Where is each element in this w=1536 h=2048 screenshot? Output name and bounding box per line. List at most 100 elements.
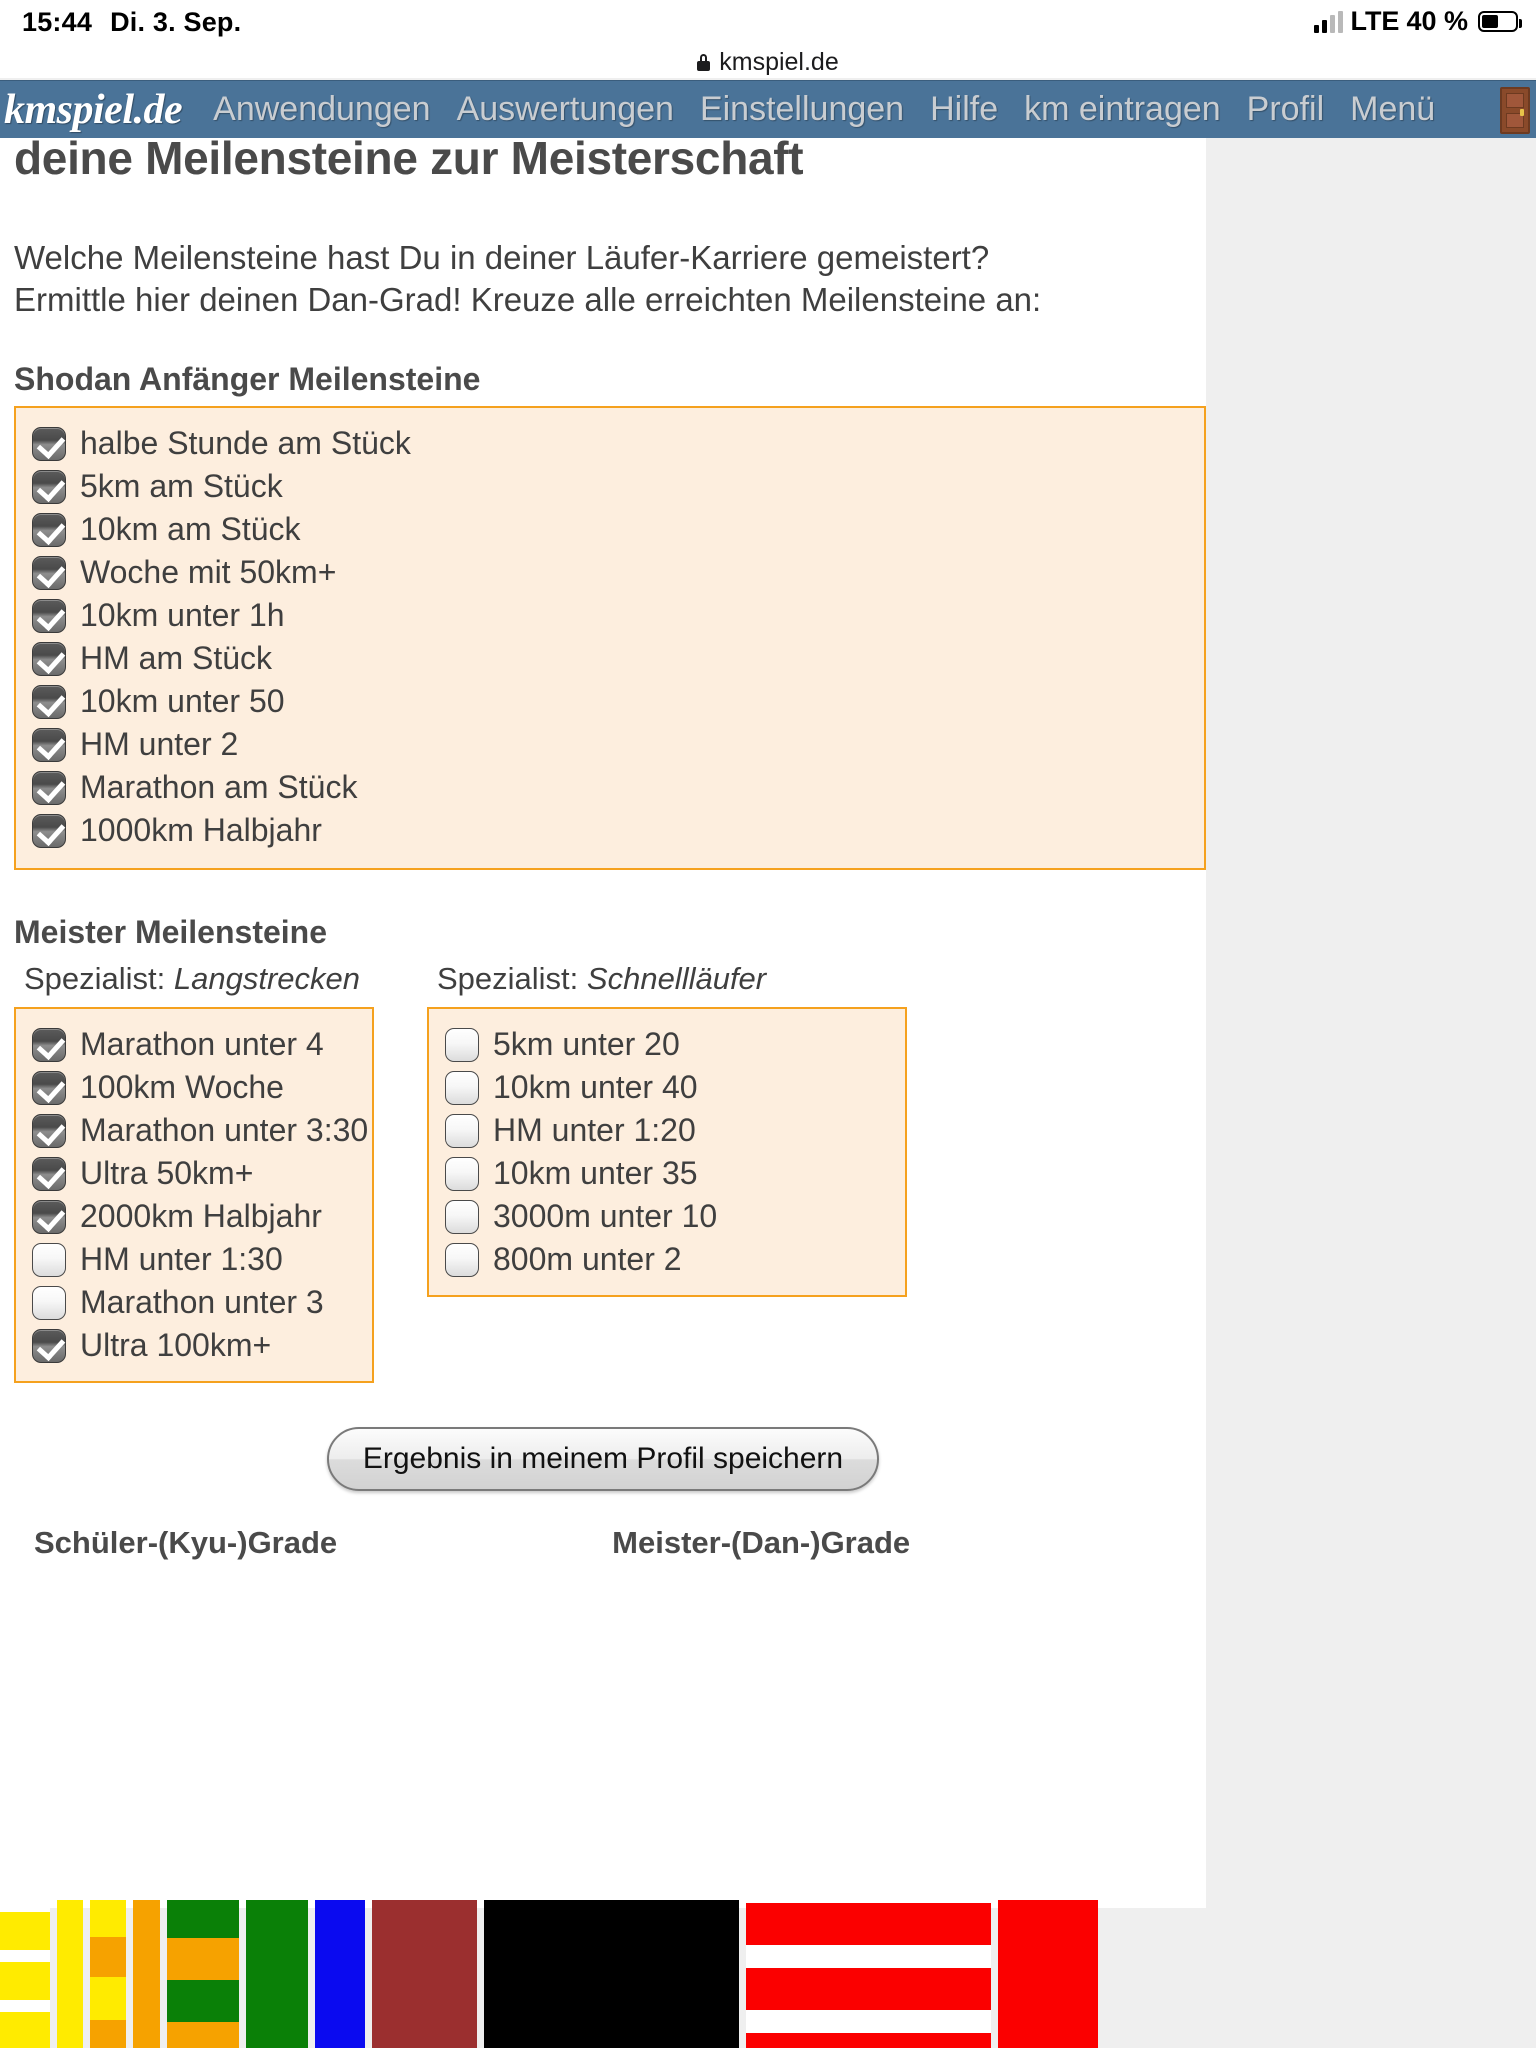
checkbox-checked-icon[interactable] — [32, 469, 66, 504]
shodan-item-row[interactable]: 10km unter 1h — [32, 594, 1188, 637]
schnelllaeufer-milestone-panel: 5km unter 20 10km unter 40 HM unter 1:20 10… — [427, 1007, 907, 1298]
nav-link-anwendungen[interactable]: Anwendungen — [200, 90, 443, 129]
langstrecken-item-row[interactable]: Marathon unter 3:30 — [32, 1109, 368, 1152]
langstrecken-item-label: Marathon unter 3:30 — [80, 1112, 369, 1149]
page-title: deine Meilensteine zur Meisterschaft — [14, 132, 804, 184]
shodan-item-row[interactable]: Marathon am Stück — [32, 766, 1188, 809]
schnelllaeufer-item-row[interactable]: 10km unter 35 — [445, 1152, 889, 1195]
signal-bars-icon — [1314, 10, 1344, 33]
checkbox-checked-icon[interactable] — [32, 684, 66, 719]
langstrecken-item-label: 2000km Halbjahr — [80, 1198, 322, 1235]
schnelllaeufer-item-label: HM unter 1:20 — [493, 1112, 696, 1149]
checkbox-unchecked-icon[interactable] — [445, 1070, 479, 1105]
nav-link-auswertungen[interactable]: Auswertungen — [444, 90, 687, 129]
shodan-heading: Shodan Anfänger Meilensteine — [14, 361, 481, 398]
nav-link-km-eintragen[interactable]: km eintragen — [1011, 90, 1234, 129]
spec-prefix-langstrecken: Spezialist: — [24, 961, 174, 997]
checkbox-unchecked-icon[interactable] — [445, 1199, 479, 1234]
belt-blue — [315, 1900, 365, 2048]
checkbox-checked-icon[interactable] — [32, 813, 66, 848]
shodan-item-label: HM unter 2 — [80, 726, 239, 763]
langstrecken-item-row[interactable]: Ultra 100km+ — [32, 1324, 356, 1367]
schnelllaeufer-item-label: 5km unter 20 — [493, 1026, 680, 1063]
checkbox-checked-icon[interactable] — [32, 1328, 66, 1363]
langstrecken-item-row[interactable]: Marathon unter 3 — [32, 1281, 356, 1324]
site-logo[interactable]: kmspiel.de — [4, 86, 183, 134]
checkbox-checked-icon[interactable] — [32, 426, 66, 461]
belt-white-red-stripes-stripe — [746, 1968, 991, 2010]
shodan-item-row[interactable]: HM am Stück — [32, 637, 1188, 680]
checkbox-checked-icon[interactable] — [32, 1156, 66, 1191]
spec-prefix-schnelllaeufer: Spezialist: — [437, 961, 587, 997]
langstrecken-item-label: Ultra 50km+ — [80, 1155, 254, 1192]
lock-icon — [697, 53, 711, 71]
shodan-item-row[interactable]: Woche mit 50km+ — [32, 551, 1188, 594]
save-button-wrap: Ergebnis in meinem Profil speichern — [14, 1427, 1192, 1492]
checkbox-unchecked-icon[interactable] — [445, 1027, 479, 1062]
checkbox-checked-icon[interactable] — [32, 1199, 66, 1234]
shodan-item-label: halbe Stunde am Stück — [80, 425, 411, 462]
intro-text: Welche Meilensteine hast Du in deiner Lä… — [14, 237, 1192, 321]
spec-name-schnelllaeufer: Schnellläufer — [586, 961, 767, 997]
langstrecken-item-row[interactable]: Marathon unter 4 — [32, 1023, 356, 1066]
schnelllaeufer-item-row[interactable]: HM unter 1:20 — [445, 1109, 889, 1152]
shodan-item-row[interactable]: 5km am Stück — [32, 465, 1188, 508]
spec-label-schnelllaeufer: Spezialist: Schnellläufer — [427, 961, 947, 997]
site-navbar: kmspiel.de Anwendungen Auswertungen Eins… — [0, 80, 1536, 138]
belt-black — [484, 1900, 739, 2048]
checkbox-unchecked-icon[interactable] — [445, 1156, 479, 1191]
checkbox-unchecked-icon[interactable] — [445, 1113, 479, 1148]
langstrecken-item-row[interactable]: HM unter 1:30 — [32, 1238, 356, 1281]
shodan-item-row[interactable]: 1000km Halbjahr — [32, 809, 1188, 852]
checkbox-unchecked-icon[interactable] — [32, 1285, 66, 1320]
checkbox-checked-icon[interactable] — [32, 1113, 66, 1148]
shodan-item-row[interactable]: HM unter 2 — [32, 723, 1188, 766]
belt-green-orange — [167, 1900, 239, 2048]
nav-link-menu[interactable]: Menü — [1337, 90, 1448, 129]
intro-line-2: Ermittle hier deinen Dan-Grad! Kreuze al… — [14, 281, 1042, 319]
checkbox-checked-icon[interactable] — [32, 1027, 66, 1062]
belt-red — [998, 1900, 1098, 2048]
langstrecken-item-label: 100km Woche — [80, 1069, 284, 1106]
checkbox-checked-icon[interactable] — [32, 555, 66, 590]
schnelllaeufer-item-row[interactable]: 10km unter 40 — [445, 1066, 889, 1109]
checkbox-unchecked-icon[interactable] — [32, 1242, 66, 1277]
spec-name-langstrecken: Langstrecken — [173, 961, 361, 997]
checkbox-checked-icon[interactable] — [32, 598, 66, 633]
checkbox-checked-icon[interactable] — [32, 512, 66, 547]
nav-link-hilfe[interactable]: Hilfe — [917, 90, 1011, 129]
nav-link-einstellungen[interactable]: Einstellungen — [687, 90, 917, 129]
langstrecken-item-row[interactable]: 2000km Halbjahr — [32, 1195, 356, 1238]
checkbox-checked-icon[interactable] — [32, 641, 66, 676]
belt-brown — [372, 1900, 477, 2048]
save-result-button[interactable]: Ergebnis in meinem Profil speichern — [326, 1427, 880, 1492]
schnelllaeufer-item-row[interactable]: 3000m unter 10 — [445, 1195, 889, 1238]
shodan-item-row[interactable]: 10km unter 50 — [32, 680, 1188, 723]
browser-url-bar[interactable]: kmspiel.de — [0, 46, 1536, 78]
belt-yellow-orange-stripe — [90, 2020, 126, 2048]
checkbox-checked-icon[interactable] — [32, 770, 66, 805]
schnelllaeufer-item-label: 800m unter 2 — [493, 1241, 682, 1278]
langstrecken-item-row[interactable]: 100km Woche — [32, 1066, 356, 1109]
status-left: 15:44 Di. 3. Sep. — [22, 7, 241, 38]
langstrecken-item-row[interactable]: Ultra 50km+ — [32, 1152, 356, 1195]
shodan-item-row[interactable]: 10km am Stück — [32, 508, 1188, 551]
schnelllaeufer-item-row[interactable]: 5km unter 20 — [445, 1023, 889, 1066]
door-icon[interactable] — [1500, 87, 1530, 134]
battery-icon — [1478, 11, 1522, 32]
checkbox-checked-icon[interactable] — [32, 1070, 66, 1105]
checkbox-checked-icon[interactable] — [32, 727, 66, 762]
schnelllaeufer-item-row[interactable]: 800m unter 2 — [445, 1238, 889, 1281]
meister-heading: Meister Meilensteine — [14, 914, 327, 951]
checkbox-unchecked-icon[interactable] — [445, 1242, 479, 1277]
spec-label-langstrecken: Spezialist: Langstrecken — [14, 961, 414, 997]
nav-link-profil[interactable]: Profil — [1234, 90, 1337, 129]
shodan-item-row[interactable]: halbe Stunde am Stück — [32, 422, 1188, 465]
kyu-grade-heading: Schüler-(Kyu-)Grade — [34, 1525, 338, 1561]
shodan-item-label: 10km unter 50 — [80, 683, 285, 720]
shodan-item-label: 5km am Stück — [80, 468, 283, 505]
belt-white-red-stripes — [746, 1900, 991, 2048]
belt-grade-chart — [0, 1900, 1536, 2048]
belt-white-yellow-stripes-stripe — [0, 1912, 50, 1950]
langstrecken-item-label: Ultra 100km+ — [80, 1327, 272, 1364]
